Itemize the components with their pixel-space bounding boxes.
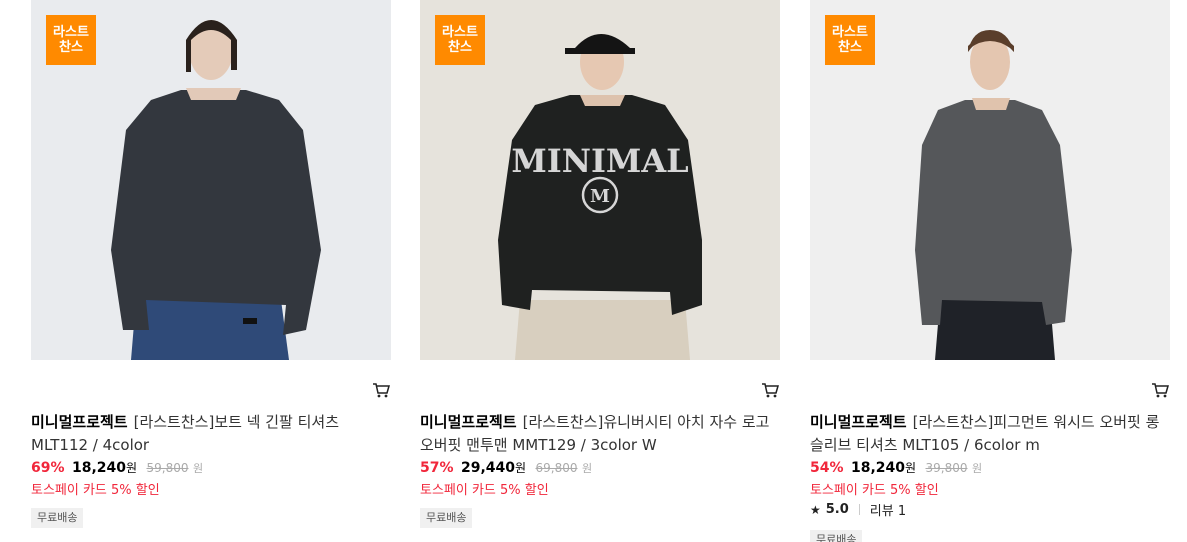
star-icon: ★ [810,502,821,517]
product-grid: 라스트 찬스 미니멀프로젝트 [라스트찬스]보트 넥 긴팔 티셔츠 MLT112 … [0,0,1187,542]
badge-text: 찬스 [448,40,472,55]
discount-rate: 54% [810,460,844,476]
price-row: 54% 18,240원 39,800 원 [810,459,982,478]
last-chance-badge: 라스트 찬스 [46,15,96,65]
rating-row: ★ 5.0 리뷰 1 [810,500,906,519]
product-image[interactable]: 라스트 찬스 [31,0,391,360]
cart-icon [373,383,390,398]
review-count[interactable]: 리뷰 1 [870,500,906,519]
free-shipping-tag: 무료배송 [31,508,84,528]
last-chance-badge: 라스트 찬스 [435,15,485,65]
add-to-cart-button[interactable] [371,380,391,400]
price-row: 69% 18,240원 59,800 원 [31,459,203,478]
divider [858,504,860,515]
sale-price: 18,240 [850,460,905,476]
badge-text: 찬스 [838,40,862,55]
badge-text: 라스트 [53,25,89,40]
discount-rate: 57% [420,460,454,476]
price-unit: 원 [905,461,917,475]
sale-price: 29,440 [460,460,515,476]
brand-name[interactable]: 미니멀프로젝트 [31,413,128,431]
cart-icon [762,383,779,398]
svg-text:M: M [590,186,610,207]
sale-price: 18,240 [71,460,126,476]
price-row: 57% 29,440원 69,800 원 [420,459,592,478]
price-unit: 원 [515,461,527,475]
original-price: 69,800 [535,461,578,475]
original-price: 59,800 [146,461,189,475]
card-promo: 토스페이 카드 5% 할인 [810,483,939,498]
original-price-unit: 원 [192,462,204,475]
price-unit: 원 [126,461,138,475]
brand-name[interactable]: 미니멀프로젝트 [810,413,907,431]
original-price-unit: 원 [581,462,593,475]
brand-name[interactable]: 미니멀프로젝트 [420,413,517,431]
badge-text: 찬스 [59,40,83,55]
product-card[interactable]: 라스트 찬스 미니멀프로젝트 [라스트찬스]보트 넥 긴팔 티셔츠 MLT112 … [31,0,391,542]
discount-rate: 69% [31,460,65,476]
sweatshirt-text: MINIMAL [511,142,688,180]
product-title[interactable]: 미니멀프로젝트 [라스트찬스]보트 넥 긴팔 티셔츠 MLT112 / 4colo… [31,411,391,457]
badge-text: 라스트 [832,25,868,40]
free-shipping-tag: 무료배송 [420,508,473,528]
badge-text: 라스트 [442,25,478,40]
product-title[interactable]: 미니멀프로젝트 [라스트찬스]피그먼트 워시드 오버핏 롱슬리브 티셔츠 MLT1… [810,411,1170,457]
rating-score: 5.0 [825,502,849,517]
product-image[interactable]: 라스트 찬스 [810,0,1170,360]
add-to-cart-button[interactable] [760,380,780,400]
product-card[interactable]: MINIMAL M 라스트 찬스 미니멀프로젝트 [라스트찬스]유니버시티 아치 … [420,0,780,542]
product-title[interactable]: 미니멀프로젝트 [라스트찬스]유니버시티 아치 자수 로고 오버핏 맨투맨 MMT… [420,411,780,457]
free-shipping-tag: 무료배송 [810,530,863,542]
card-promo: 토스페이 카드 5% 할인 [420,483,549,498]
add-to-cart-button[interactable] [1150,380,1170,400]
product-card[interactable]: 라스트 찬스 미니멀프로젝트 [라스트찬스]피그먼트 워시드 오버핏 롱슬리브 티… [810,0,1170,542]
original-price-unit: 원 [971,462,983,475]
product-image[interactable]: MINIMAL M 라스트 찬스 [420,0,780,360]
card-promo: 토스페이 카드 5% 할인 [31,483,160,498]
cart-icon [1152,383,1169,398]
original-price: 39,800 [925,461,968,475]
last-chance-badge: 라스트 찬스 [825,15,875,65]
